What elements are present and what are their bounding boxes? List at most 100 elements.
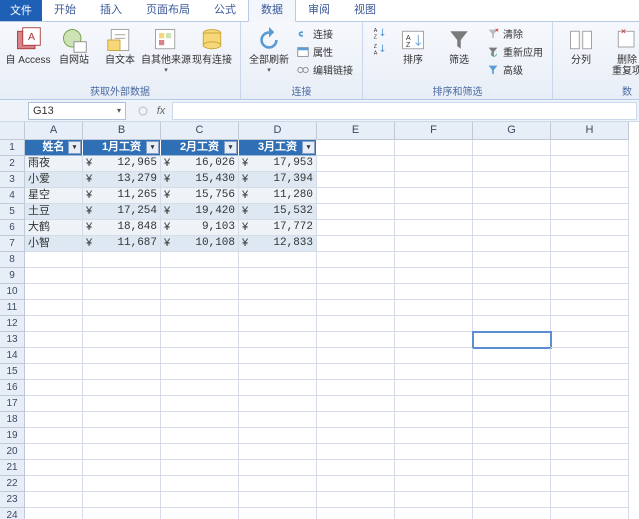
cell[interactable] (395, 252, 473, 268)
row-header-20[interactable]: 20 (0, 444, 25, 460)
cell[interactable] (161, 348, 239, 364)
btn-from-web[interactable]: 自网站 (52, 25, 96, 67)
cell[interactable] (161, 364, 239, 380)
filter-dropdown-icon[interactable]: ▾ (68, 141, 81, 154)
cell[interactable] (551, 268, 629, 284)
cell[interactable] (473, 172, 551, 188)
cell[interactable] (83, 396, 161, 412)
spreadsheet-grid[interactable]: ABCDEFGH 1234567891011121314151617181920… (0, 122, 639, 519)
cell[interactable] (83, 508, 161, 519)
cell[interactable] (395, 300, 473, 316)
cell[interactable] (395, 236, 473, 252)
cell[interactable] (317, 508, 395, 519)
cell[interactable] (473, 204, 551, 220)
btn-refresh-all[interactable]: 全部刷新 ▾ (247, 25, 291, 75)
cell[interactable] (161, 396, 239, 412)
cell[interactable]: 雨夜 (25, 156, 83, 172)
btn-sort-az[interactable]: AZ (369, 25, 389, 41)
cell[interactable] (239, 380, 317, 396)
cell[interactable] (395, 172, 473, 188)
row-header-9[interactable]: 9 (0, 268, 25, 284)
cell[interactable] (83, 460, 161, 476)
row-header-12[interactable]: 12 (0, 316, 25, 332)
btn-sort-za[interactable]: ZA (369, 41, 389, 57)
col-header-H[interactable]: H (551, 122, 629, 140)
cell[interactable]: ¥ 19,420 (161, 204, 239, 220)
cell[interactable] (25, 380, 83, 396)
row-header-19[interactable]: 19 (0, 428, 25, 444)
cell[interactable] (317, 380, 395, 396)
cell[interactable] (83, 380, 161, 396)
filter-dropdown-icon[interactable]: ▾ (146, 141, 159, 154)
btn-sort[interactable]: AZ 排序 (391, 25, 435, 67)
filter-dropdown-icon[interactable]: ▾ (224, 141, 237, 154)
cell[interactable] (317, 476, 395, 492)
cell[interactable] (551, 140, 629, 156)
btn-advanced[interactable]: 高级 (483, 61, 546, 78)
cell[interactable] (473, 348, 551, 364)
col-header-D[interactable]: D (239, 122, 317, 140)
cell[interactable] (317, 268, 395, 284)
cell[interactable]: ¥ 12,833 (239, 236, 317, 252)
tab-插入[interactable]: 插入 (88, 0, 134, 21)
cell[interactable] (317, 348, 395, 364)
cell[interactable] (161, 268, 239, 284)
cell[interactable]: 2月工资▾ (161, 140, 239, 156)
cell[interactable] (395, 204, 473, 220)
cell[interactable] (317, 444, 395, 460)
col-header-C[interactable]: C (161, 122, 239, 140)
cell[interactable] (551, 332, 629, 348)
cell[interactable] (551, 412, 629, 428)
cell[interactable] (551, 172, 629, 188)
cell[interactable] (551, 156, 629, 172)
cell[interactable] (161, 284, 239, 300)
cell[interactable] (25, 332, 83, 348)
cell[interactable] (473, 428, 551, 444)
cell[interactable] (25, 396, 83, 412)
row-header-10[interactable]: 10 (0, 284, 25, 300)
cell[interactable] (473, 364, 551, 380)
row-header-1[interactable]: 1 (0, 140, 25, 156)
cell[interactable] (473, 188, 551, 204)
cell[interactable] (239, 460, 317, 476)
cell[interactable] (317, 204, 395, 220)
cancel-formula-button[interactable] (134, 102, 152, 120)
tab-公式[interactable]: 公式 (202, 0, 248, 21)
cell[interactable] (551, 188, 629, 204)
cell[interactable] (83, 444, 161, 460)
cell[interactable] (473, 380, 551, 396)
cell[interactable] (395, 156, 473, 172)
cell[interactable] (83, 252, 161, 268)
cell[interactable] (395, 476, 473, 492)
btn-clear-filter[interactable]: 清除 (483, 25, 546, 42)
cell[interactable] (239, 284, 317, 300)
tab-开始[interactable]: 开始 (42, 0, 88, 21)
cell[interactable] (161, 492, 239, 508)
cell[interactable] (395, 316, 473, 332)
col-header-E[interactable]: E (317, 122, 395, 140)
cell[interactable] (317, 364, 395, 380)
cell[interactable] (239, 316, 317, 332)
row-header-8[interactable]: 8 (0, 252, 25, 268)
cell[interactable] (317, 300, 395, 316)
namebox-dropdown-icon[interactable]: ▾ (117, 106, 121, 115)
row-header-21[interactable]: 21 (0, 460, 25, 476)
cell[interactable] (473, 300, 551, 316)
cell[interactable] (25, 492, 83, 508)
cell[interactable] (473, 460, 551, 476)
cell[interactable]: ¥ 15,756 (161, 188, 239, 204)
cell[interactable] (395, 380, 473, 396)
cell[interactable] (83, 284, 161, 300)
cell[interactable] (317, 284, 395, 300)
cell[interactable] (551, 252, 629, 268)
cell[interactable] (161, 380, 239, 396)
btn-connections[interactable]: 连接 (293, 25, 356, 42)
cell[interactable] (239, 492, 317, 508)
cell[interactable] (83, 332, 161, 348)
cell[interactable] (473, 236, 551, 252)
cell[interactable] (239, 476, 317, 492)
cell[interactable]: ¥ 17,254 (83, 204, 161, 220)
cell[interactable] (551, 492, 629, 508)
cell[interactable] (395, 268, 473, 284)
cell[interactable] (161, 332, 239, 348)
